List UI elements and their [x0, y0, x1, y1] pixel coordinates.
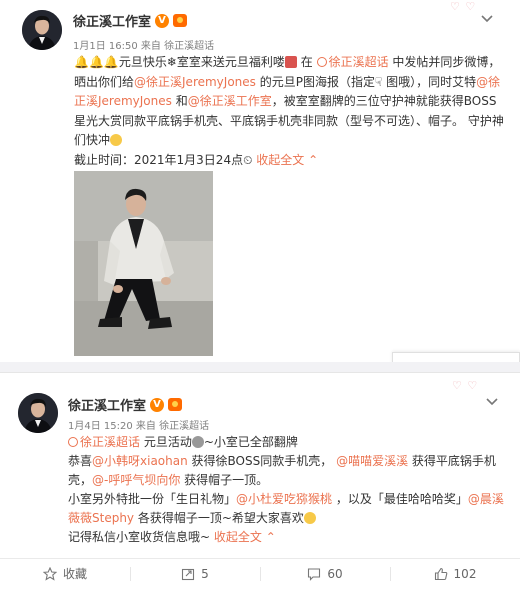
- mention-link[interactable]: @喵喵爱溪溪: [336, 454, 408, 468]
- fan-rank-icon: [173, 14, 188, 27]
- collapse-text-link[interactable]: 收起全文 ⌃: [214, 530, 276, 544]
- author-name-text: 徐正溪工作室: [73, 15, 152, 30]
- chevron-down-icon[interactable]: [484, 393, 500, 409]
- decoration-hearts: ♡ ♡: [452, 379, 479, 392]
- verified-badge-icon: V: [150, 397, 165, 412]
- bell-emoji-icon: 🔔🔔🔔: [74, 55, 119, 69]
- avatar[interactable]: [18, 393, 58, 433]
- author-name-text: 徐正溪工作室: [68, 399, 147, 414]
- favorite-button[interactable]: 收藏: [0, 559, 130, 588]
- smile-emoji-icon: [110, 134, 123, 146]
- gift-emoji-icon: [284, 56, 297, 68]
- post-text: 徐正溪超话 元旦活动 ~小室已全部翻牌 恭喜@小韩呀xiaohan 获得徐BOSS…: [68, 435, 504, 544]
- comment-button[interactable]: 60: [260, 559, 390, 588]
- post-text: 🔔🔔🔔元旦快乐❄室室来送元旦福利喽 在 徐正溪超话 中发帖并同步微博，晒出你们给…: [74, 55, 504, 167]
- collapse-text-link[interactable]: 收起全文 ⌃: [256, 153, 318, 167]
- topic-link[interactable]: 徐正溪超话: [68, 435, 140, 449]
- post-photo[interactable]: [74, 171, 213, 356]
- repost-icon: [182, 568, 195, 580]
- mention-link[interactable]: @徐正溪JeremyJones: [134, 75, 256, 89]
- mention-link[interactable]: @小杜爱吃猕猴桃: [236, 492, 332, 506]
- comment-icon: [308, 567, 321, 581]
- chevron-down-icon[interactable]: [479, 10, 495, 26]
- action-bar: 收藏 5 60 102: [0, 558, 520, 588]
- verified-badge-icon: V: [155, 13, 170, 28]
- star-icon: [42, 566, 57, 581]
- post-meta[interactable]: 1月1日 16:50 来自 徐正溪超话: [73, 37, 214, 52]
- mention-link[interactable]: @小韩呀xiaohan: [92, 454, 188, 468]
- thumbs-up-icon: [434, 567, 447, 580]
- mention-link[interactable]: @徐正溪工作室: [188, 94, 272, 108]
- flip-card-emoji-icon: [191, 436, 204, 448]
- avatar[interactable]: [22, 10, 62, 50]
- topic-icon: [68, 437, 78, 447]
- post-divider: [0, 362, 520, 372]
- mention-link[interactable]: @-呼呼气坝向你: [92, 473, 180, 487]
- like-button[interactable]: 102: [390, 559, 520, 588]
- post-meta[interactable]: 1月4日 15:20 来自 徐正溪超话: [68, 417, 209, 432]
- fan-rank-icon: [168, 398, 183, 411]
- cool-sunglasses-emoji-icon: [303, 512, 316, 524]
- clock-emoji-icon: ⏲: [243, 152, 253, 167]
- author-name[interactable]: 徐正溪工作室 V: [68, 395, 183, 414]
- topic-link[interactable]: 徐正溪超话: [316, 55, 389, 69]
- weibo-post-1: 徐正溪工作室 V 1月1日 16:50 来自 徐正溪超话 ♡ ♡ 🔔🔔🔔元旦快乐…: [0, 0, 520, 362]
- repost-button[interactable]: 5: [130, 559, 260, 588]
- author-name[interactable]: 徐正溪工作室 V: [73, 11, 188, 30]
- topic-icon: [316, 57, 327, 67]
- snow-emoji-icon: ❄: [166, 55, 177, 69]
- decoration-hearts: ♡ ♡: [450, 0, 477, 13]
